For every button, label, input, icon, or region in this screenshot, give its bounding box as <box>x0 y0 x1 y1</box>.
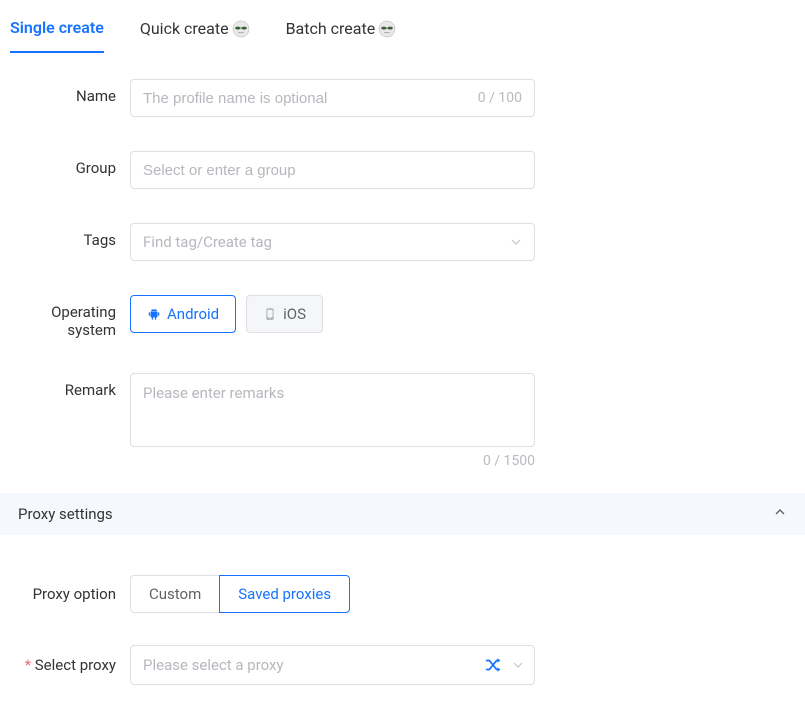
proxy-option-tabs: Custom Saved proxies <box>130 575 350 613</box>
label-name: Name <box>0 79 130 105</box>
tab-quick-create[interactable]: Quick create <box>140 10 250 53</box>
label-select-proxy: Select proxy <box>0 656 130 674</box>
proxy-settings-body: Proxy option Custom Saved proxies Select… <box>0 535 805 727</box>
proxy-saved-label: Saved proxies <box>238 585 331 603</box>
proxy-select[interactable]: Please select a proxy <box>130 645 535 685</box>
proxy-custom-button[interactable]: Custom <box>130 575 220 613</box>
tab-label: Single create <box>10 18 104 37</box>
remark-wrap <box>130 373 535 447</box>
tags-select[interactable]: Find tag/Create tag <box>130 223 535 261</box>
group-input[interactable] <box>143 152 522 188</box>
proxy-settings-title: Proxy settings <box>18 505 113 523</box>
chevron-down-icon <box>510 236 522 248</box>
proxy-saved-button[interactable]: Saved proxies <box>219 575 350 613</box>
label-remark: Remark <box>0 373 130 399</box>
os-android-label: Android <box>167 305 219 323</box>
ios-icon <box>263 307 277 321</box>
remark-counter: 0 / 1500 <box>130 453 535 469</box>
tab-label: Quick create <box>140 19 229 38</box>
sunglasses-icon <box>232 20 250 38</box>
profile-form: Name 0 / 100 Group Tags Find tag/Create … <box>0 53 805 493</box>
remark-textarea[interactable] <box>143 384 522 432</box>
shuffle-icon[interactable] <box>484 656 502 674</box>
chevron-down-icon <box>512 659 524 671</box>
tags-placeholder: Find tag/Create tag <box>143 233 510 251</box>
proxy-custom-label: Custom <box>149 585 201 603</box>
create-tabs: Single create Quick create Batch create <box>0 0 805 53</box>
label-tags: Tags <box>0 223 130 249</box>
label-os: Operating system <box>0 295 130 339</box>
sunglasses-icon <box>378 20 396 38</box>
label-group: Group <box>0 151 130 177</box>
tab-batch-create[interactable]: Batch create <box>286 10 397 53</box>
os-toggle-group: Android iOS <box>130 295 535 333</box>
android-icon <box>147 307 161 321</box>
os-ios-button[interactable]: iOS <box>246 295 323 333</box>
os-android-button[interactable]: Android <box>130 295 236 333</box>
label-proxy-option: Proxy option <box>0 585 130 603</box>
proxy-settings-header[interactable]: Proxy settings <box>0 493 805 535</box>
tab-label: Batch create <box>286 19 376 38</box>
group-input-wrap <box>130 151 535 189</box>
chevron-up-icon <box>773 505 787 523</box>
name-input[interactable] <box>143 80 470 116</box>
proxy-select-placeholder: Please select a proxy <box>143 656 484 674</box>
name-input-wrap: 0 / 100 <box>130 79 535 117</box>
os-ios-label: iOS <box>283 305 306 323</box>
name-counter: 0 / 100 <box>478 90 522 106</box>
tab-single-create[interactable]: Single create <box>10 10 104 53</box>
